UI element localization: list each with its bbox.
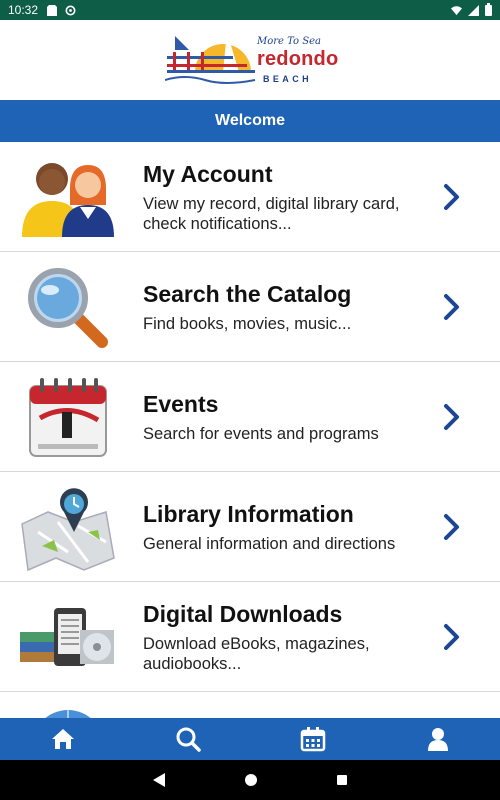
calendar-icon	[300, 727, 325, 752]
chevron-right-icon[interactable]	[442, 183, 462, 211]
magnifier-icon	[18, 264, 118, 350]
nav-account-button[interactable]	[375, 718, 500, 760]
menu-item-description: Search for events and programs	[143, 424, 379, 443]
menu-item-my-account[interactable]: My Account View my record, digital libra…	[0, 142, 500, 252]
page-title: Welcome	[215, 112, 285, 129]
calendar-icon	[18, 374, 118, 460]
menu-item-title: Digital Downloads	[143, 600, 343, 627]
menu-item-description: Download eBooks, magazines, audiobooks..…	[143, 634, 370, 673]
logo-graphic	[165, 32, 256, 84]
logo-subtitle: BEACH	[263, 74, 313, 84]
globe-icon	[18, 702, 118, 718]
recent-apps-icon[interactable]	[337, 775, 347, 785]
signal-icon	[468, 4, 479, 16]
nav-home-button[interactable]	[0, 718, 125, 760]
wifi-icon	[451, 5, 462, 16]
menu-item-title: Search the Catalog	[143, 280, 352, 307]
logo-name: redondo	[257, 48, 339, 70]
menu-item-description: Find books, movies, music...	[143, 314, 352, 333]
map-pin-icon	[18, 484, 118, 572]
home-circle-icon[interactable]	[245, 774, 257, 786]
status-time: 10:32	[8, 3, 39, 17]
menu-item-digital-downloads[interactable]: Digital Downloads Download eBooks, magaz…	[0, 582, 500, 692]
chevron-right-icon[interactable]	[442, 513, 462, 541]
nav-search-button[interactable]	[125, 718, 250, 760]
system-nav-bar	[0, 760, 500, 800]
sim-icon	[46, 4, 57, 16]
app-header: More To Sea redondo BEACH	[0, 20, 500, 100]
people-icon	[18, 154, 118, 240]
chevron-right-icon[interactable]	[442, 403, 462, 431]
menu-item-description: View my record, digital library card, ch…	[143, 194, 400, 233]
menu-item-library-information[interactable]: Library Information General information …	[0, 472, 500, 582]
back-icon[interactable]	[153, 773, 165, 787]
sync-icon	[65, 5, 76, 16]
status-bar: 10:32	[0, 0, 500, 20]
menu-item-title: Library Information	[143, 500, 354, 527]
redondo-beach-logo: More To Sea redondo BEACH	[165, 28, 339, 92]
chevron-right-icon[interactable]	[442, 623, 462, 651]
chevron-right-icon[interactable]	[442, 293, 462, 321]
welcome-bar: Welcome	[0, 100, 500, 142]
battery-icon	[485, 2, 492, 16]
user-icon	[427, 728, 448, 751]
menu-item-search-catalog[interactable]: Search the Catalog Find books, movies, m…	[0, 252, 500, 362]
devices-icon	[18, 594, 118, 680]
menu-item-events[interactable]: Events Search for events and programs	[0, 362, 500, 472]
nav-calendar-button[interactable]	[250, 718, 375, 760]
menu-item-title: Events	[143, 390, 219, 417]
menu-item-description: General information and directions	[143, 534, 396, 553]
logo-tagline: More To Sea	[257, 36, 321, 47]
menu-list[interactable]: My Account View my record, digital libra…	[0, 142, 500, 718]
bottom-nav	[0, 718, 500, 760]
menu-item-partial[interactable]	[0, 692, 500, 718]
home-icon	[51, 729, 74, 749]
search-icon	[176, 727, 201, 752]
menu-item-title: My Account	[143, 160, 273, 187]
